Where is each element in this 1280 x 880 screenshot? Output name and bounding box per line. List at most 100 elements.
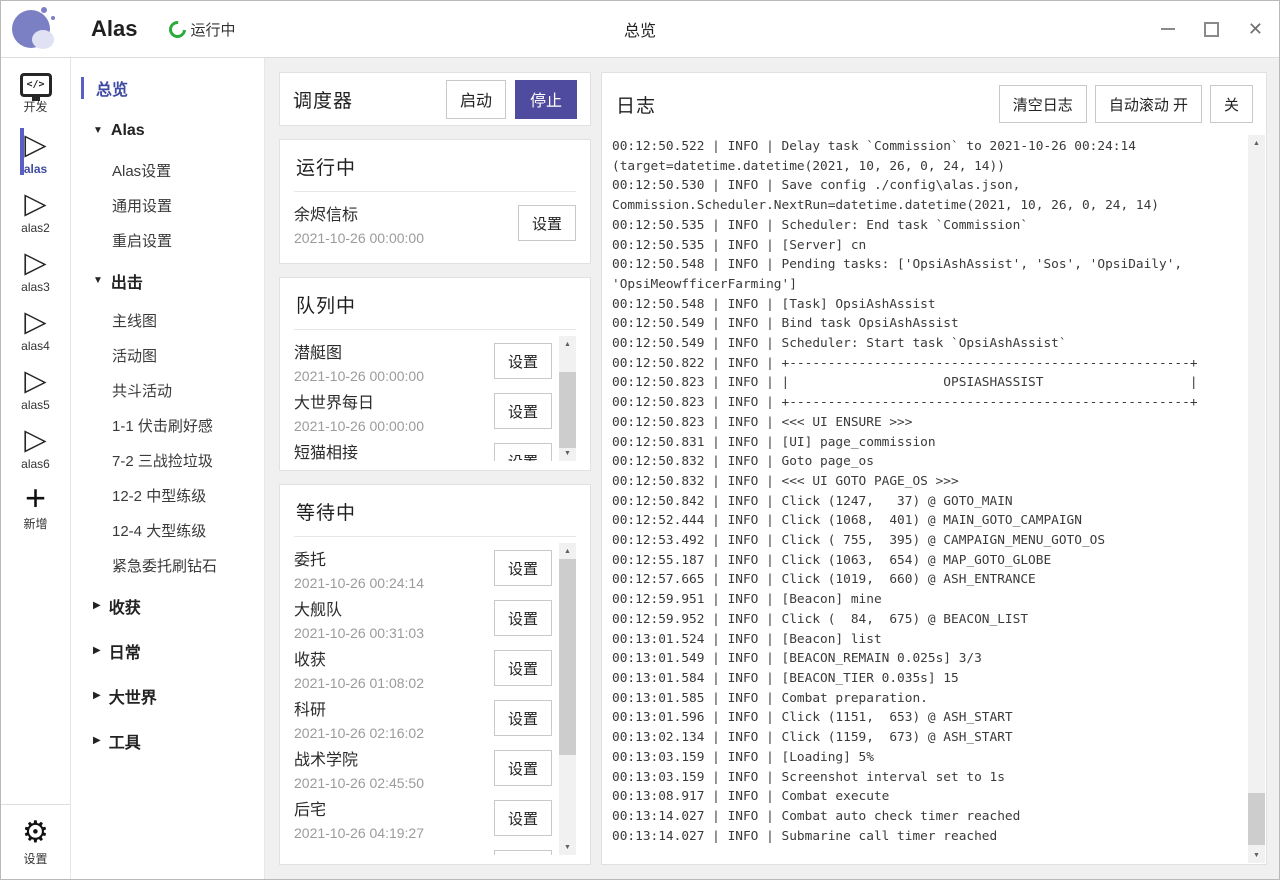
scheduler-stop-button[interactable]: 停止 xyxy=(515,80,577,119)
autoscroll-off-button[interactable]: 关 xyxy=(1210,85,1253,123)
autoscroll-on-button[interactable]: 自动滚动 开 xyxy=(1095,85,1202,123)
log-line: 00:12:50.535 | INFO | [Server] cn xyxy=(612,236,1244,256)
task-settings-button[interactable]: 设置 xyxy=(494,393,552,429)
log-line: 'OpsiMeowfficerFarming'] xyxy=(612,275,1244,295)
task-settings-button[interactable]: 设置 xyxy=(494,550,552,586)
log-line: 00:12:50.535 | INFO | Scheduler: End tas… xyxy=(612,216,1244,236)
sidebar-item-alas3[interactable]: ▷alas3 xyxy=(20,241,52,300)
log-line: 00:12:50.823 | INFO | +-----------------… xyxy=(612,393,1244,413)
sidebar-item-settings[interactable]: ⚙ 设置 xyxy=(1,804,70,879)
nav-item-总览[interactable]: 总览 xyxy=(71,68,264,108)
maximize-button[interactable] xyxy=(1204,22,1219,37)
nav-group-收获[interactable]: ▶收获 xyxy=(71,583,264,628)
nav-group-日常[interactable]: ▶日常 xyxy=(71,628,264,673)
plus-icon: + xyxy=(25,482,46,514)
log-line: 00:12:50.832 | INFO | Goto page_os xyxy=(612,452,1244,472)
nav-group-出击[interactable]: ▼出击 xyxy=(71,258,264,303)
nav-sub-主线图[interactable]: 主线图 xyxy=(71,303,264,338)
sidebar-item-label: alas4 xyxy=(21,339,50,353)
task-settings-button[interactable]: 设置 xyxy=(494,443,552,461)
task-settings-button[interactable]: 设置 xyxy=(494,800,552,836)
task-settings-button[interactable]: 设置 xyxy=(518,205,576,241)
task-row: 大舰队 2021-10-26 00:31:03设置 xyxy=(294,593,552,643)
close-button[interactable]: ✕ xyxy=(1248,20,1263,38)
nav-label: 紧急委托刷钻石 xyxy=(112,555,217,576)
task-name: 大舰队 xyxy=(294,596,494,620)
log-line: 00:12:57.665 | INFO | Click (1019, 660) … xyxy=(612,570,1244,590)
task-settings-button[interactable]: 设置 xyxy=(494,750,552,786)
nav-label: 收获 xyxy=(109,594,141,618)
sidebar-item-label: alas2 xyxy=(21,221,50,235)
sidebar-item-alas5[interactable]: ▷alas5 xyxy=(20,359,52,418)
nav-sub-12-4 大型练级[interactable]: 12-4 大型练级 xyxy=(71,513,264,548)
log-scrollbar[interactable]: ▲ ▼ xyxy=(1248,135,1265,863)
sidebar-item-新增[interactable]: +新增 xyxy=(20,477,52,536)
play-icon: ▷ xyxy=(24,306,46,338)
play-icon: ▷ xyxy=(24,247,46,279)
log-line: 00:12:50.522 | INFO | Delay task `Commis… xyxy=(612,137,1244,157)
scroll-up-icon[interactable]: ▲ xyxy=(559,336,576,352)
nav-label: Alas xyxy=(111,122,145,140)
nav-label: 1-1 伏击刷好感 xyxy=(112,415,213,436)
nav-sub-共斗活动[interactable]: 共斗活动 xyxy=(71,373,264,408)
log-line: 00:13:02.134 | INFO | Click (1159, 673) … xyxy=(612,728,1244,748)
scroll-down-icon[interactable]: ▼ xyxy=(1248,847,1265,863)
sidebar-item-label: alas5 xyxy=(21,398,50,412)
scrollbar-thumb[interactable] xyxy=(559,559,576,755)
log-line: 00:13:01.585 | INFO | Combat preparation… xyxy=(612,689,1244,709)
nav-sub-12-2 中型练级[interactable]: 12-2 中型练级 xyxy=(71,478,264,513)
task-row: 收获2021-10-26 01:08:02设置 xyxy=(294,643,552,693)
nav-group-工具[interactable]: ▶工具 xyxy=(71,718,264,763)
scroll-down-icon[interactable]: ▼ xyxy=(559,445,576,461)
nav-label: 共斗活动 xyxy=(112,380,172,401)
scrollbar-thumb[interactable] xyxy=(1248,793,1265,845)
nav-sub-紧急委托刷钻石[interactable]: 紧急委托刷钻石 xyxy=(71,548,264,583)
gear-icon: ⚙ xyxy=(22,815,49,849)
task-name: 委托 xyxy=(294,546,494,570)
log-line: 00:12:53.492 | INFO | Click ( 755, 395) … xyxy=(612,531,1244,551)
nav-sub-Alas设置[interactable]: Alas设置 xyxy=(71,153,264,188)
clear-log-button[interactable]: 清空日志 xyxy=(999,85,1087,123)
waiting-scrollbar[interactable]: ▲ ▼ xyxy=(559,543,576,855)
task-settings-button[interactable]: 设置 xyxy=(494,600,552,636)
sidebar-item-alas2[interactable]: ▷alas2 xyxy=(20,182,52,241)
scrollbar-thumb[interactable] xyxy=(559,372,576,448)
minimize-button[interactable] xyxy=(1161,28,1175,30)
log-line: 00:12:52.444 | INFO | Click (1068, 401) … xyxy=(612,511,1244,531)
nav-group-Alas[interactable]: ▼Alas xyxy=(71,108,264,153)
nav-group-大世界[interactable]: ▶大世界 xyxy=(71,673,264,718)
running-panel: 运行中 余烬信标2021-10-26 00:00:00设置 xyxy=(279,139,591,264)
task-settings-button[interactable]: 设置 xyxy=(494,343,552,379)
scroll-up-icon[interactable]: ▲ xyxy=(1248,135,1265,151)
nav-sub-通用设置[interactable]: 通用设置 xyxy=(71,188,264,223)
task-settings-button[interactable]: 设置 xyxy=(494,700,552,736)
task-settings-button[interactable]: 设置 xyxy=(494,850,552,855)
task-time: 2021-10-26 00:24:14 xyxy=(294,575,494,591)
pending-scrollbar[interactable]: ▲ ▼ xyxy=(559,336,576,461)
nav-label: 重启设置 xyxy=(112,230,172,251)
log-line: 00:13:08.917 | INFO | Combat execute xyxy=(612,787,1244,807)
running-title: 运行中 xyxy=(294,151,576,192)
sidebar-item-alas[interactable]: ▷alas xyxy=(20,123,52,182)
nav-label: 大世界 xyxy=(109,684,157,708)
task-time: 2021-10-26 00:31:03 xyxy=(294,625,494,641)
scroll-down-icon[interactable]: ▼ xyxy=(559,839,576,855)
nav-sub-重启设置[interactable]: 重启设置 xyxy=(71,223,264,258)
task-info: 商店购买 xyxy=(294,854,494,856)
log-output[interactable]: 00:12:50.522 | INFO | Delay task `Commis… xyxy=(612,135,1244,863)
task-time: 2021-10-26 00:00:00 xyxy=(294,418,494,434)
nav-sub-1-1 伏击刷好感[interactable]: 1-1 伏击刷好感 xyxy=(71,408,264,443)
sidebar-item-alas4[interactable]: ▷alas4 xyxy=(20,300,52,359)
nav-sub-活动图[interactable]: 活动图 xyxy=(71,338,264,373)
sidebar-item-alas6[interactable]: ▷alas6 xyxy=(20,418,52,477)
log-line: 00:13:01.596 | INFO | Click (1151, 653) … xyxy=(612,708,1244,728)
task-settings-button[interactable]: 设置 xyxy=(494,650,552,686)
task-name: 科研 xyxy=(294,696,494,720)
waiting-title: 等待中 xyxy=(294,496,576,537)
scheduler-start-button[interactable]: 启动 xyxy=(446,80,506,119)
scroll-up-icon[interactable]: ▲ xyxy=(559,543,576,559)
expanded-arrow-icon: ▼ xyxy=(93,275,103,286)
log-line: 00:13:03.159 | INFO | [Loading] 5% xyxy=(612,748,1244,768)
nav-sub-7-2 三战捡垃圾[interactable]: 7-2 三战捡垃圾 xyxy=(71,443,264,478)
sidebar-item-开发[interactable]: </>开发 xyxy=(20,64,52,123)
